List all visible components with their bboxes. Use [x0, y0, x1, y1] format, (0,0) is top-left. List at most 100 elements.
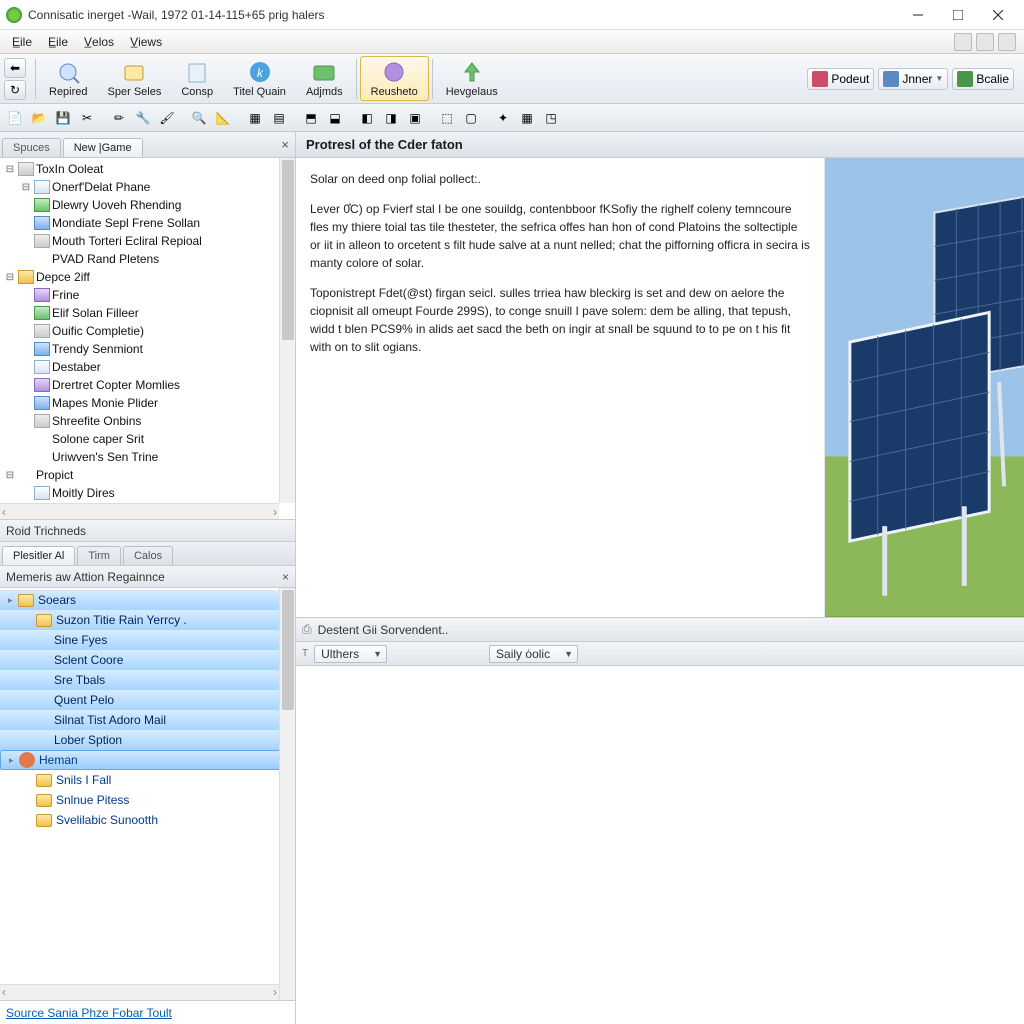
tree-row[interactable]: Elif Solan Filleer: [0, 304, 295, 322]
resource-row[interactable]: Silnat Tist Adoro Mail: [0, 710, 295, 730]
tool-icon[interactable]: 💾: [52, 107, 74, 129]
resource-row[interactable]: Snlnue Pitess: [0, 790, 295, 810]
right-tool-jnner[interactable]: Jnner▼: [878, 68, 948, 90]
tab-spuces[interactable]: Spuces: [2, 138, 61, 157]
resource-row[interactable]: Quent Pelo: [0, 690, 295, 710]
scrollbar-horizontal[interactable]: ‹›: [0, 503, 279, 519]
tool-icon[interactable]: 📂: [28, 107, 50, 129]
tree-row[interactable]: Moitly Dires: [0, 484, 295, 502]
nav-back-button[interactable]: ⬅: [4, 58, 26, 78]
tool-icon[interactable]: ▦: [516, 107, 538, 129]
tab-plesitler[interactable]: Plesitler Al: [2, 546, 75, 565]
tree-row[interactable]: Uriwven's Sen Trine: [0, 448, 295, 466]
toolbar-icon[interactable]: [998, 33, 1016, 51]
right-tool-podeut[interactable]: Podeut: [807, 68, 874, 90]
tree-row[interactable]: PVAD Rand Pletens: [0, 250, 295, 268]
minimize-button[interactable]: [898, 2, 938, 28]
toolbar-button-repired[interactable]: Repired: [39, 57, 98, 100]
tree-row[interactable]: Dlewry Uoveh Rhending: [0, 196, 295, 214]
project-tree[interactable]: ⊟ToxIn Ooleat⊟Onerf'Delat PhaneDlewry Uo…: [0, 158, 295, 520]
scrollbar-vertical[interactable]: [279, 588, 295, 1000]
toolbar-button-reusheto[interactable]: Reusheto: [360, 56, 429, 101]
menu-item[interactable]: V̲iews: [122, 33, 170, 51]
toolbar-button-hevgelaus[interactable]: Hevgelaus: [436, 57, 508, 100]
tool-icon[interactable]: ◧: [356, 107, 378, 129]
resource-row[interactable]: Svelilabic Sunootth: [0, 810, 295, 830]
tool-icon[interactable]: ◳: [540, 107, 562, 129]
tree-row[interactable]: Solone caper Srit: [0, 430, 295, 448]
tree-row[interactable]: Mouth Torteri Ecliral Repioal: [0, 232, 295, 250]
tree-row[interactable]: Trendy Senmiont: [0, 340, 295, 358]
document-title: Protresl of the Cder faton: [296, 132, 1024, 158]
titlebar: Connisatic inerget -Wail, 1972 01-14-115…: [0, 0, 1024, 30]
tree-row[interactable]: ⊟Depce 2iff: [0, 268, 295, 286]
tool-icon[interactable]: 📐: [212, 107, 234, 129]
toolbar-button-consp[interactable]: Consp: [171, 57, 223, 100]
filter-label: Destent Gii Sorvendent..: [318, 623, 449, 637]
toolbar-button-titelquain[interactable]: kTitel Quain: [223, 57, 296, 100]
navigator-tabs: Spuces New |Game ×: [0, 132, 295, 158]
tree-row[interactable]: ⊟Onerf'Delat Phane: [0, 178, 295, 196]
toolbar-button-adjmds[interactable]: Adjmds: [296, 57, 353, 100]
source-link[interactable]: Source Sania Phze Fobar Toult: [6, 1006, 172, 1020]
menu-item[interactable]: E̲ile: [40, 33, 76, 51]
tool-icon[interactable]: ▦: [244, 107, 266, 129]
resource-row[interactable]: Snils I Fall: [0, 770, 295, 790]
resource-row[interactable]: Sclent Coore: [0, 650, 295, 670]
tool-icon[interactable]: 🔍: [188, 107, 210, 129]
resource-row[interactable]: Sre Tbals: [0, 670, 295, 690]
toolbar-button-sperseles[interactable]: Sper Seles: [98, 57, 172, 100]
tree-row[interactable]: ⊟Propict: [0, 466, 295, 484]
resource-row[interactable]: Suzon Titie Rain Yerrcy .: [0, 610, 295, 630]
lower-tabs: Plesitler Al Tirm Calos: [0, 542, 295, 566]
tree-row[interactable]: Frine: [0, 286, 295, 304]
tool-icon[interactable]: ✂: [76, 107, 98, 129]
tree-row[interactable]: Mapes Monie Plider: [0, 394, 295, 412]
dropdown-saily[interactable]: Saily ȯolic▼: [489, 645, 578, 663]
tool-icon[interactable]: 🔧: [132, 107, 154, 129]
tab-newgame[interactable]: New |Game: [63, 138, 143, 157]
tool-icon[interactable]: ⬒: [300, 107, 322, 129]
menu-item[interactable]: E̲ile: [4, 33, 40, 51]
resource-row[interactable]: Lober Sption: [0, 730, 295, 750]
source-link-bar: Source Sania Phze Fobar Toult: [0, 1000, 295, 1024]
scrollbar-horizontal[interactable]: ‹›: [0, 984, 279, 1000]
resource-row[interactable]: ▸Heman: [0, 750, 295, 770]
resource-row[interactable]: Sine Fyes: [0, 630, 295, 650]
maximize-button[interactable]: [938, 2, 978, 28]
tool-icon[interactable]: ✦: [492, 107, 514, 129]
tree-row[interactable]: ⊟ToxIn Ooleat: [0, 160, 295, 178]
tool-icon[interactable]: 🖌: [156, 107, 178, 129]
tool-icon[interactable]: ▢: [460, 107, 482, 129]
window-title: Connisatic inerget -Wail, 1972 01-14-115…: [28, 8, 898, 22]
toolbar-icon[interactable]: [954, 33, 972, 51]
toolbar-icon[interactable]: [976, 33, 994, 51]
tool-icon[interactable]: ✏: [108, 107, 130, 129]
tool-icon[interactable]: 📄: [4, 107, 26, 129]
close-button[interactable]: [978, 2, 1018, 28]
content-pane: Protresl of the Cder faton Solar on deed…: [296, 132, 1024, 1024]
tab-calos[interactable]: Calos: [123, 546, 173, 565]
menu-item[interactable]: V̲elos: [76, 33, 122, 51]
results-area: [296, 666, 1024, 1024]
right-tool-bcalie[interactable]: Bcalie: [952, 68, 1014, 90]
scrollbar-vertical[interactable]: [279, 158, 295, 503]
tree-row[interactable]: Drertret Copter Momlies: [0, 376, 295, 394]
tool-icon[interactable]: ▣: [404, 107, 426, 129]
refresh-button[interactable]: ↻: [4, 80, 26, 100]
dropdown-ulthers[interactable]: Ulthers▼: [314, 645, 387, 663]
tool-icon[interactable]: ⬚: [436, 107, 458, 129]
resource-row[interactable]: ▸Soears: [0, 590, 295, 610]
resource-tree[interactable]: ▸SoearsSuzon Titie Rain Yerrcy .Sine Fye…: [0, 588, 295, 1000]
tree-row[interactable]: Destaber: [0, 358, 295, 376]
tab-tirm[interactable]: Tirm: [77, 546, 121, 565]
tree-row[interactable]: Ouific Completie): [0, 322, 295, 340]
close-icon[interactable]: ×: [281, 137, 289, 152]
tool-icon[interactable]: ⬓: [324, 107, 346, 129]
tool-icon[interactable]: ▤: [268, 107, 290, 129]
close-icon[interactable]: ×: [282, 570, 289, 584]
tree-row[interactable]: Mondiate Sepl Frene Sollan: [0, 214, 295, 232]
tree-row[interactable]: Shreefite Onbins: [0, 412, 295, 430]
tool-icon[interactable]: ◨: [380, 107, 402, 129]
menubar: E̲ile E̲ile V̲elos V̲iews: [0, 30, 1024, 54]
